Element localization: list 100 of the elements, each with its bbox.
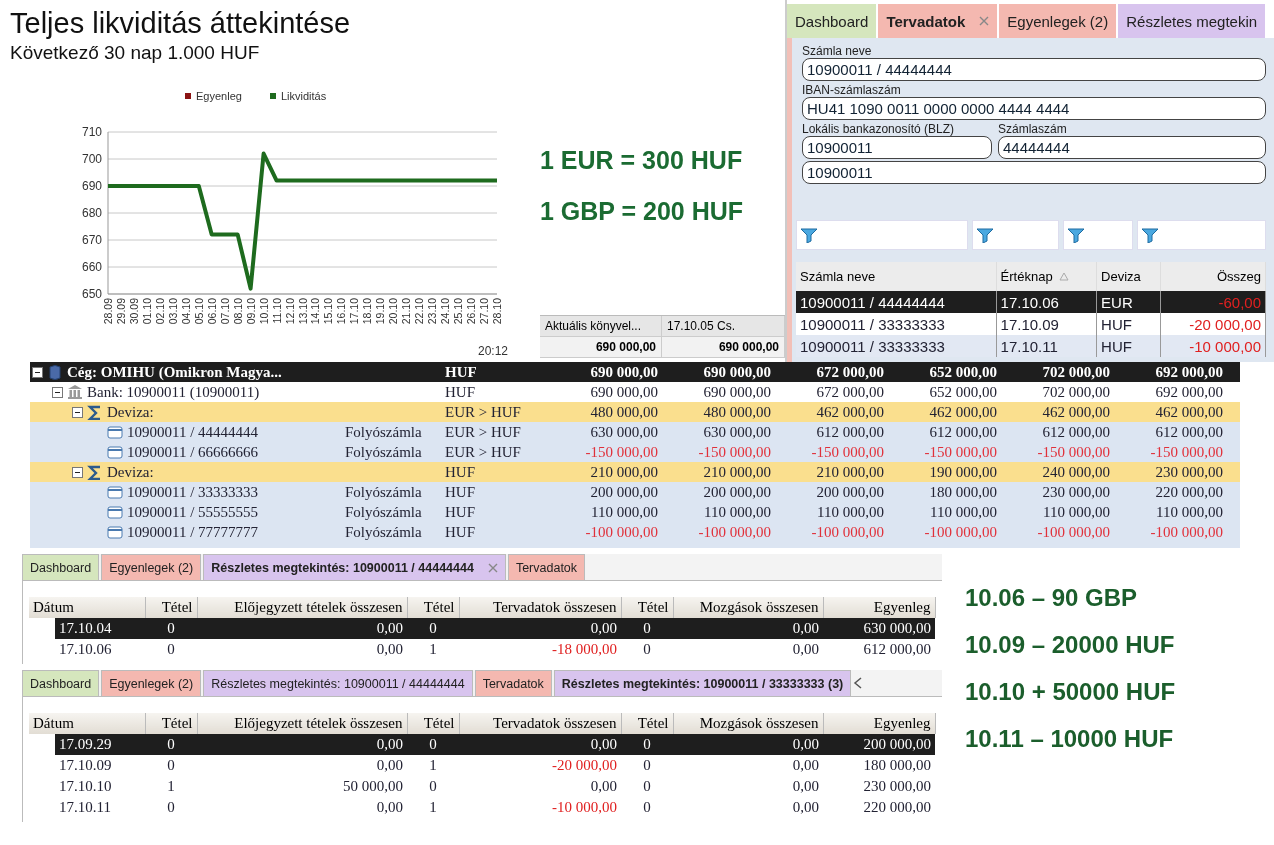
input-field[interactable]: 10900011 bbox=[802, 161, 1266, 184]
table-cell: 10900011 / 33333333 bbox=[796, 335, 997, 357]
column-header[interactable]: Számla neve bbox=[796, 262, 997, 291]
collapse-icon[interactable] bbox=[72, 406, 83, 418]
column-header[interactable]: Tervadatok összesen bbox=[459, 713, 621, 734]
column-header[interactable]: Tétel bbox=[145, 597, 197, 618]
table-cell-text: 690 000,00 bbox=[702, 383, 772, 401]
table-cell-text: -10 000,00 bbox=[551, 798, 618, 817]
table-cell-text: 0 bbox=[428, 777, 438, 796]
column-header[interactable]: Egyenleg bbox=[823, 713, 935, 734]
tab[interactable]: Egyenlegek (2) bbox=[999, 4, 1117, 38]
tab[interactable]: Dashboard bbox=[22, 670, 100, 696]
input-field[interactable]: 10900011 / 44444444 bbox=[802, 58, 1266, 81]
tab[interactable]: Egyenlegek (2) bbox=[101, 554, 202, 580]
table-cell-text: 652 000,00 bbox=[928, 363, 998, 381]
x-axis-label: 15.10 bbox=[322, 298, 335, 325]
input-field[interactable]: 10900011 bbox=[802, 136, 992, 159]
y-axis-label: 670 bbox=[81, 233, 102, 247]
table-cell-text: 672 000,00 bbox=[815, 363, 885, 381]
table-cell: 0,00 bbox=[459, 618, 621, 639]
tree-item-label[interactable]: 10900011 / 33333333 bbox=[127, 483, 259, 501]
tree-item-label[interactable]: Cég: OMIHU (Omikron Magya... bbox=[67, 363, 282, 381]
column-header[interactable]: Deviza bbox=[1096, 262, 1161, 291]
table-cell: EUR bbox=[1096, 291, 1161, 313]
column-header[interactable]: Dátum bbox=[29, 713, 145, 734]
column-header[interactable]: Tétel bbox=[621, 597, 673, 618]
legend-label: Likviditás bbox=[281, 90, 327, 102]
tree-item-label[interactable]: 10900011 / 55555555 bbox=[127, 503, 259, 521]
legend-label: Egyenleg bbox=[196, 90, 242, 102]
tab[interactable]: Részletes megtekintés: 10900011 / 33333333 (3) bbox=[553, 670, 852, 696]
tab[interactable]: Részletes megtekintés: 10900011 / 44444444 bbox=[203, 554, 506, 580]
collapse-icon[interactable] bbox=[32, 366, 43, 378]
table-cell: 0,00 bbox=[197, 618, 407, 639]
table-cell: -18 000,00 bbox=[459, 639, 621, 660]
x-axis-label: 05.10 bbox=[192, 298, 205, 325]
table-cell-text: -100 000,00 bbox=[923, 523, 998, 541]
column-header[interactable]: Tétel bbox=[407, 713, 459, 734]
table-cell-text: 180 000,00 bbox=[928, 483, 998, 501]
x-axis-label: 12.10 bbox=[283, 298, 296, 325]
x-axis-label: 14.10 bbox=[309, 298, 322, 325]
tab[interactable]: Tervadatok bbox=[507, 554, 586, 580]
table-cell-text: 630 000,00 bbox=[589, 423, 659, 441]
table-cell: 10900011 / 44444444 bbox=[796, 291, 997, 313]
tab[interactable]: Tervadatok bbox=[474, 670, 552, 696]
table-cell: 17.10.06 bbox=[996, 291, 1097, 313]
table-cell-text: 110 000,00 bbox=[929, 503, 998, 521]
tree-item-label[interactable]: Bank: 10900011 (10900011) bbox=[87, 383, 260, 401]
table-cell-text: 1 bbox=[166, 777, 176, 796]
input-field[interactable]: HU41 1090 0011 0000 0000 4444 4444 bbox=[802, 97, 1266, 120]
tree-item-label[interactable]: 10900011 / 44444444 bbox=[127, 423, 259, 441]
scroll-left-icon[interactable] bbox=[853, 677, 864, 689]
table-cell: 612 000,00 bbox=[823, 639, 935, 660]
tab[interactable]: Tervadatok bbox=[878, 4, 998, 38]
column-header[interactable]: Tétel bbox=[145, 713, 197, 734]
filter-field[interactable] bbox=[796, 220, 968, 250]
filter-field[interactable] bbox=[1137, 220, 1266, 250]
table-cell-text: EUR > HUF bbox=[445, 423, 522, 441]
x-axis-label: 29.09 bbox=[114, 298, 127, 325]
filter-icon bbox=[976, 227, 994, 243]
column-header[interactable]: Összeg bbox=[1160, 262, 1266, 291]
tab[interactable]: Dashboard bbox=[787, 4, 877, 38]
tree-item-label[interactable]: Deviza: bbox=[107, 463, 154, 481]
collapse-icon[interactable] bbox=[52, 386, 63, 398]
table-cell-text: -150 000,00 bbox=[923, 443, 998, 461]
filter-field[interactable] bbox=[1063, 220, 1133, 250]
x-axis-label: 13.10 bbox=[296, 298, 309, 325]
table-cell-text: 672 000,00 bbox=[815, 383, 885, 401]
table-cell: 0 bbox=[407, 618, 459, 639]
filter-field[interactable] bbox=[972, 220, 1059, 250]
close-icon[interactable] bbox=[487, 562, 498, 573]
tab[interactable]: Egyenlegek (2) bbox=[101, 670, 202, 696]
table-cell-text: -150 000,00 bbox=[584, 443, 659, 461]
column-header[interactable]: Tervadatok összesen bbox=[459, 597, 621, 618]
table-cell-text: 110 000,00 bbox=[703, 503, 772, 521]
column-header[interactable]: Dátum bbox=[29, 597, 145, 618]
column-header[interactable]: Értéknap bbox=[996, 262, 1097, 291]
table-cell: 690 000,00 bbox=[540, 337, 662, 358]
table-cell-text: HUF bbox=[445, 483, 476, 501]
tree-item-label[interactable]: 10900011 / 77777777 bbox=[127, 523, 259, 541]
close-icon[interactable] bbox=[979, 16, 990, 26]
tab[interactable]: Részletes megtekintés: 10900011 / 44444444 bbox=[203, 670, 473, 696]
exchange-rate: 1 GBP = 200 HUF bbox=[540, 197, 745, 226]
column-header[interactable]: Egyenleg bbox=[823, 597, 935, 618]
field-label: Lokális bankazonosító (BLZ) bbox=[802, 122, 956, 136]
collapse-icon[interactable] bbox=[72, 466, 83, 478]
tree-item-label[interactable]: 10900011 / 66666666 bbox=[127, 443, 259, 461]
column-header[interactable]: Tétel bbox=[407, 597, 459, 618]
input-field[interactable]: 44444444 bbox=[998, 136, 1266, 159]
table-cell-text: 462 000,00 bbox=[928, 403, 998, 421]
x-axis-label: 18.10 bbox=[361, 298, 374, 325]
table-cell: 0,00 bbox=[197, 734, 407, 755]
table-cell: HUF bbox=[1096, 335, 1161, 357]
column-header[interactable]: Mozgások összesen bbox=[673, 713, 823, 734]
tab[interactable]: Részletes megtekin bbox=[1118, 4, 1266, 38]
column-header[interactable]: Tétel bbox=[621, 713, 673, 734]
column-header[interactable]: Mozgások összesen bbox=[673, 597, 823, 618]
column-header[interactable]: Előjegyzett tételek összesen bbox=[197, 597, 407, 618]
column-header[interactable]: Előjegyzett tételek összesen bbox=[197, 713, 407, 734]
tree-item-label[interactable]: Deviza: bbox=[107, 403, 154, 421]
tab[interactable]: Dashboard bbox=[22, 554, 100, 580]
